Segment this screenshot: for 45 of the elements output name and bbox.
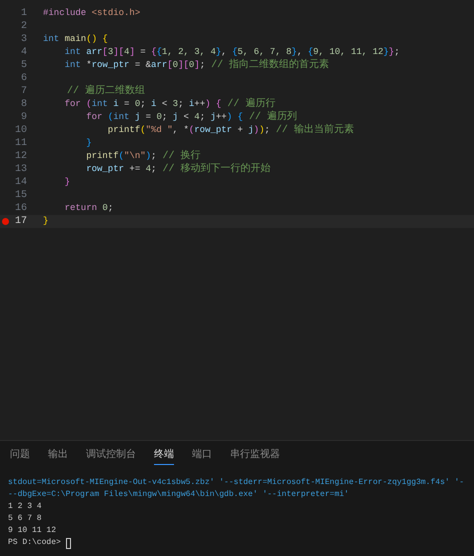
line-number: 6: [20, 72, 27, 86]
panel-tab[interactable]: 调试控制台: [86, 447, 136, 465]
terminal-prompt: PS D:\code>: [8, 537, 61, 549]
panel-tab[interactable]: 输出: [48, 447, 68, 465]
panel-tab[interactable]: 串行监视器: [230, 447, 280, 465]
line-number: 1: [20, 7, 27, 21]
code-line: // 遍历二维数组: [66, 85, 146, 98]
line-number: 17: [14, 215, 27, 229]
terminal-line: 9 10 11 12: [8, 526, 56, 535]
code-line: #include <stdio.h>: [43, 7, 140, 20]
code-line: }: [85, 137, 92, 150]
terminal-line: --dbgExe=C:\Program Files\mingw\mingw64\bin\gdb.exe' '--interpreter=mi': [8, 490, 349, 499]
line-number: 14: [14, 176, 27, 190]
line-number: 10: [14, 124, 27, 138]
panel-tab[interactable]: 问题: [10, 447, 30, 465]
line-number: 13: [14, 163, 27, 177]
code-line: }: [64, 176, 70, 189]
line-number: 12: [14, 150, 27, 164]
line-number: 11: [14, 137, 27, 151]
code-line: for (int j = 0; j < 4; j++) { // 遍历列: [85, 111, 297, 124]
code-line: row_ptr += 4; // 移动到下一行的开始: [85, 163, 270, 176]
code-line: printf("\n"); // 换行: [85, 150, 200, 163]
code-line: printf("%d ", *(row_ptr + j)); // 输出当前元素: [106, 124, 354, 137]
terminal-line: 1 2 3 4: [8, 502, 42, 511]
line-number: 5: [20, 59, 27, 73]
text-cursor-icon: [66, 538, 71, 548]
code-line: int *row_ptr = &arr[0][0]; // 指向二维数组的首元素: [64, 59, 330, 72]
breakpoint-icon[interactable]: [2, 218, 8, 225]
panel-tab[interactable]: 终端: [154, 447, 174, 465]
terminal-line: stdout=Microsoft-MIEngine-Out-v4c1sbw5.zbz' '--stderr=Microsoft-MIEngine-Error-zqy1gg3m.f4s' '-: [8, 478, 464, 487]
line-number: 8: [20, 98, 27, 112]
line-number: 16: [14, 202, 27, 216]
code-line: return 0;: [64, 202, 114, 215]
line-number: 3: [20, 33, 27, 47]
line-number: 2: [20, 20, 27, 34]
terminal-line: 5 6 7 8: [8, 514, 42, 523]
line-number: 15: [14, 189, 27, 203]
code-line: }: [43, 215, 48, 228]
line-number: 9: [20, 111, 27, 125]
code-line: for (int i = 0; i < 3; i++) { // 遍历行: [64, 98, 276, 110]
code-line: int arr[3][4] = {{1, 2, 3, 4}, {5, 6, 7, 8}, {9, 10, 11, 12}};: [64, 46, 400, 58]
code-line: int main() {: [43, 33, 108, 46]
line-number: 4: [20, 46, 27, 60]
panel-tab[interactable]: 端口: [192, 447, 212, 465]
line-number: 7: [20, 85, 27, 99]
